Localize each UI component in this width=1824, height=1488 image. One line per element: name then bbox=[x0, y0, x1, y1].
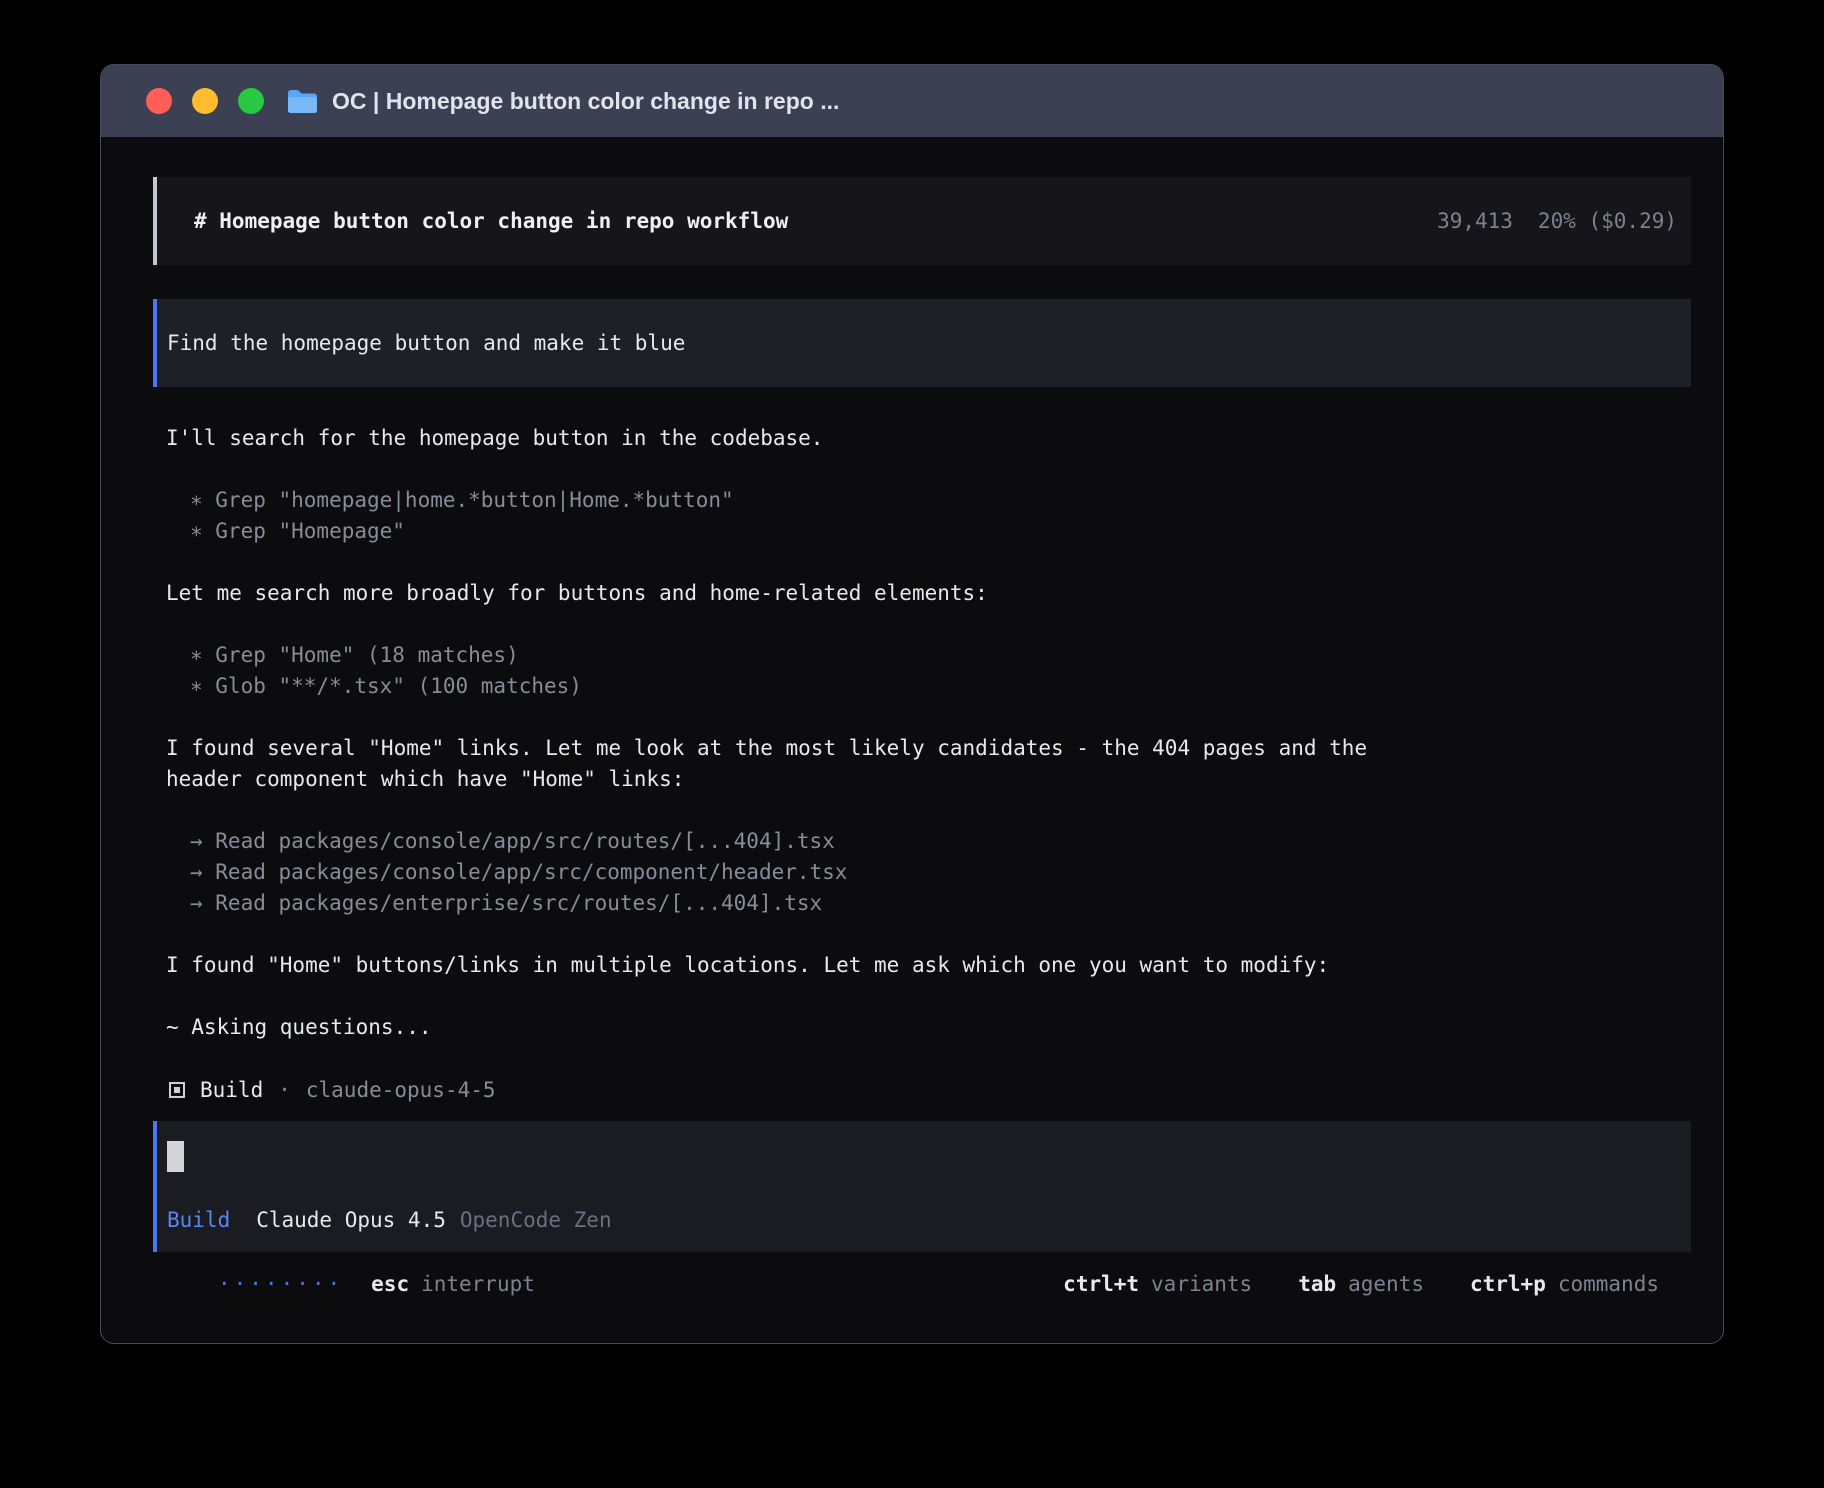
window-title: OC | Homepage button color change in rep… bbox=[332, 88, 839, 115]
close-button[interactable] bbox=[146, 88, 172, 114]
agent-name: Build bbox=[200, 1078, 263, 1102]
shortcut-commands: ctrl+p commands bbox=[1470, 1272, 1659, 1296]
terminal-content: # Homepage button color change in repo w… bbox=[101, 137, 1723, 1302]
status-bar: ········ esc interrupt ctrl+t variants t… bbox=[153, 1266, 1691, 1302]
esc-label: interrupt bbox=[421, 1272, 535, 1296]
text-cursor bbox=[167, 1141, 184, 1172]
shortcut-label: agents bbox=[1348, 1272, 1424, 1296]
zoom-button[interactable] bbox=[238, 88, 264, 114]
minimize-button[interactable] bbox=[192, 88, 218, 114]
tool-call-read: → Read packages/enterprise/src/routes/[.… bbox=[190, 888, 1691, 919]
spinner-dots: ········ bbox=[218, 1272, 343, 1296]
traffic-lights bbox=[146, 88, 264, 114]
token-count: 39,413 bbox=[1437, 209, 1513, 233]
assistant-text: Let me search more broadly for buttons a… bbox=[166, 578, 1406, 609]
status-line: ~ Asking questions... bbox=[166, 1012, 1406, 1043]
user-message: Find the homepage button and make it blu… bbox=[153, 299, 1691, 387]
agent-model: claude-opus-4-5 bbox=[306, 1078, 496, 1102]
shortcut-variants: ctrl+t variants bbox=[1063, 1272, 1252, 1296]
tool-call-grep: ∗ Grep "Home" (18 matches) bbox=[190, 640, 1691, 671]
tool-call-read: → Read packages/console/app/src/routes/[… bbox=[190, 826, 1691, 857]
folder-icon bbox=[286, 88, 319, 115]
tool-call-glob: ∗ Glob "**/*.tsx" (100 matches) bbox=[190, 671, 1691, 702]
assistant-text: I found several "Home" links. Let me loo… bbox=[166, 733, 1406, 795]
shortcut-label: commands bbox=[1558, 1272, 1659, 1296]
prompt-input[interactable]: Build Claude Opus 4.5 OpenCode Zen bbox=[153, 1121, 1691, 1252]
context-usage: 20% ($0.29) bbox=[1538, 209, 1677, 233]
agent-indicator: Build · claude-opus-4-5 bbox=[169, 1074, 1691, 1105]
tool-call-grep: ∗ Grep "homepage|home.*button|Home.*butt… bbox=[190, 485, 1691, 516]
tool-call-grep: ∗ Grep "Homepage" bbox=[190, 516, 1691, 547]
esc-key: esc bbox=[371, 1272, 409, 1296]
shortcut-label: variants bbox=[1151, 1272, 1252, 1296]
session-title: # Homepage button color change in repo w… bbox=[194, 209, 788, 233]
shortcut-key: ctrl+p bbox=[1470, 1272, 1546, 1296]
input-provider-label: OpenCode Zen bbox=[460, 1208, 612, 1232]
shortcut-key: ctrl+t bbox=[1063, 1272, 1139, 1296]
tool-call-read: → Read packages/console/app/src/componen… bbox=[190, 857, 1691, 888]
titlebar[interactable]: OC | Homepage button color change in rep… bbox=[101, 65, 1723, 137]
shortcut-key: tab bbox=[1298, 1272, 1336, 1296]
session-header: # Homepage button color change in repo w… bbox=[153, 177, 1691, 265]
shortcut-agents: tab agents bbox=[1298, 1272, 1424, 1296]
input-model-label[interactable]: Claude Opus 4.5 bbox=[256, 1208, 446, 1232]
macos-window: OC | Homepage button color change in rep… bbox=[100, 64, 1724, 1344]
build-mode-icon bbox=[169, 1082, 185, 1098]
assistant-text: I found "Home" buttons/links in multiple… bbox=[166, 950, 1406, 981]
agent-separator: · bbox=[278, 1078, 291, 1102]
assistant-text: I'll search for the homepage button in t… bbox=[166, 423, 1406, 454]
input-mode-label[interactable]: Build bbox=[167, 1208, 230, 1232]
user-message-text: Find the homepage button and make it blu… bbox=[167, 331, 685, 355]
